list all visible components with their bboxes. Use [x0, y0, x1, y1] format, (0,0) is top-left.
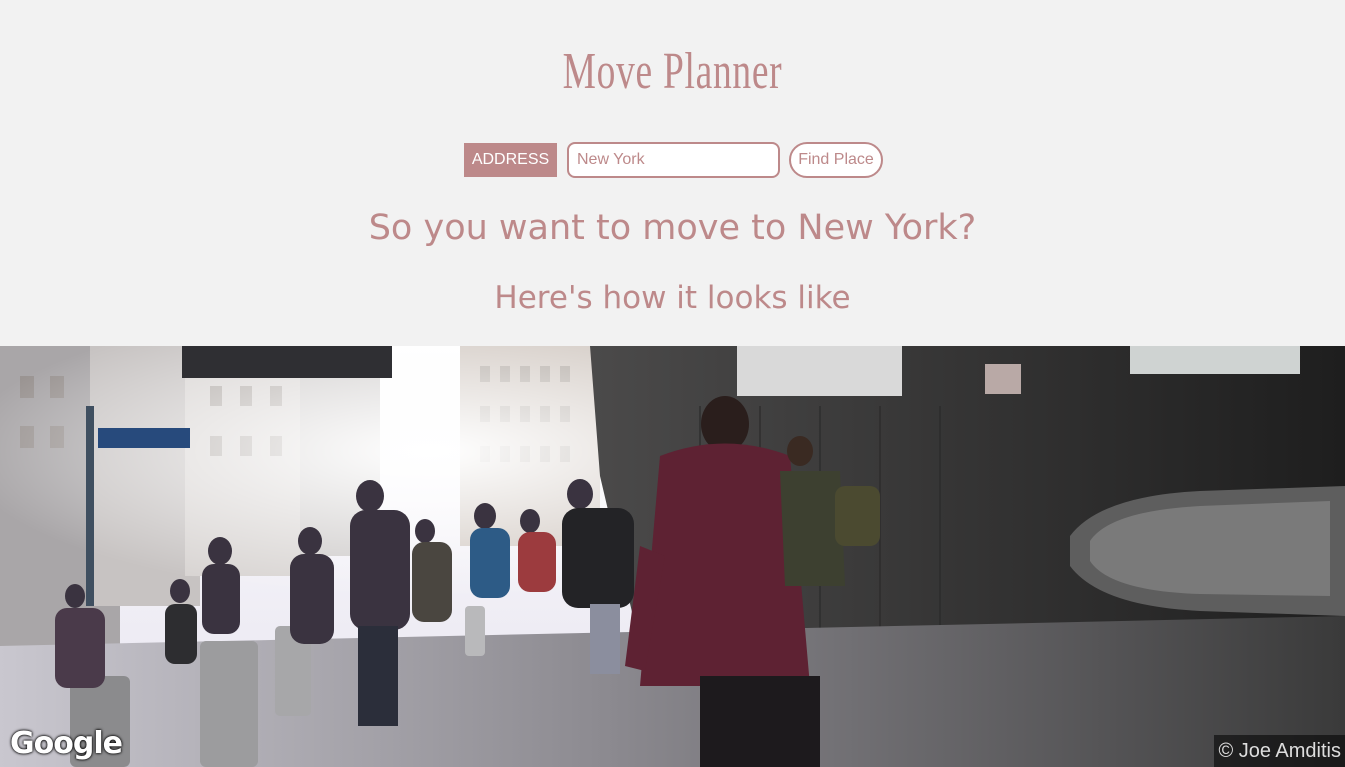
greeting-heading: So you want to move to New York?	[368, 208, 977, 248]
street-scene-illustration	[0, 346, 1345, 767]
app-title: Move Planner	[562, 43, 783, 100]
google-logo: Google	[10, 726, 123, 761]
address-label: ADDRESS	[464, 143, 557, 177]
address-input[interactable]	[567, 142, 780, 178]
header: Move Planner ADDRESS Find Place So you w…	[0, 0, 1345, 346]
photo-attribution: © Joe Amditis	[1214, 735, 1345, 767]
subheading: Here's how it looks like	[494, 280, 851, 316]
find-place-button[interactable]: Find Place	[789, 142, 883, 178]
address-form: ADDRESS Find Place	[464, 142, 883, 178]
street-view-image: Google © Joe Amditis	[0, 346, 1345, 767]
